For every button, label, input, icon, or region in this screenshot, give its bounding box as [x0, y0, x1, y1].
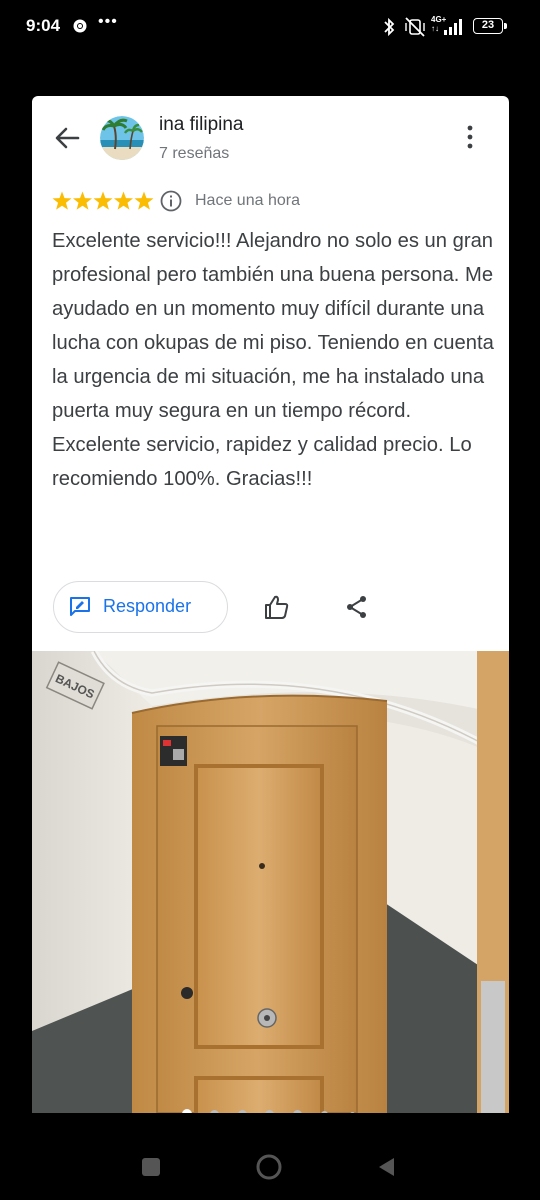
- bluetooth-icon: [384, 17, 395, 37]
- navigation-bar: [0, 1134, 540, 1200]
- back-arrow-icon[interactable]: [52, 124, 84, 152]
- star-rating: [52, 191, 154, 210]
- avatar[interactable]: [100, 116, 144, 160]
- reviewer-review-count: 7 reseñas: [159, 145, 230, 162]
- thumb-up-icon[interactable]: [263, 593, 291, 621]
- reviewer-name[interactable]: ina filipina: [159, 114, 244, 136]
- star-icon: [113, 191, 134, 210]
- pager-dot[interactable]: [349, 1111, 355, 1113]
- review-card: ina filipina 7 reseñas Hace una hora Exc…: [32, 96, 509, 1113]
- vibrate-mute-icon: [405, 17, 425, 37]
- chrome-icon: [73, 19, 87, 33]
- recents-button[interactable]: [142, 1158, 160, 1176]
- review-time: Hace una hora: [195, 192, 300, 209]
- star-icon: [134, 191, 154, 210]
- home-button[interactable]: [256, 1154, 282, 1180]
- pager-dot[interactable]: [237, 1109, 247, 1113]
- pager-dot[interactable]: [265, 1109, 274, 1113]
- more-options-icon[interactable]: [462, 124, 478, 150]
- status-overflow-dots: •••: [98, 13, 118, 30]
- back-button[interactable]: [376, 1156, 396, 1178]
- reply-icon: [70, 597, 90, 616]
- star-icon: [72, 191, 93, 210]
- pager-dot[interactable]: [210, 1109, 219, 1113]
- star-icon: [93, 191, 113, 210]
- photo-pager: [32, 1109, 509, 1113]
- info-icon[interactable]: [160, 190, 182, 212]
- review-text: Excelente servicio!!! Alejandro no solo …: [52, 230, 494, 490]
- share-icon[interactable]: [345, 595, 369, 619]
- pager-dot-active[interactable]: [182, 1109, 192, 1113]
- pager-dot[interactable]: [321, 1110, 328, 1113]
- rating-row: Hace una hora: [52, 190, 492, 214]
- status-bar: 9:04 ••• 4G+ ↑↓ 23: [0, 0, 540, 54]
- signal-icon: [444, 19, 462, 35]
- battery-indicator: 23: [473, 18, 503, 34]
- battery-tip: [504, 23, 507, 29]
- reply-label: Responder: [103, 596, 192, 616]
- review-photo[interactable]: BAJOS: [32, 651, 509, 1113]
- status-time: 9:04: [26, 16, 61, 35]
- reply-button[interactable]: Responder: [53, 581, 228, 633]
- star-icon: [52, 191, 72, 210]
- pager-dot[interactable]: [292, 1109, 302, 1113]
